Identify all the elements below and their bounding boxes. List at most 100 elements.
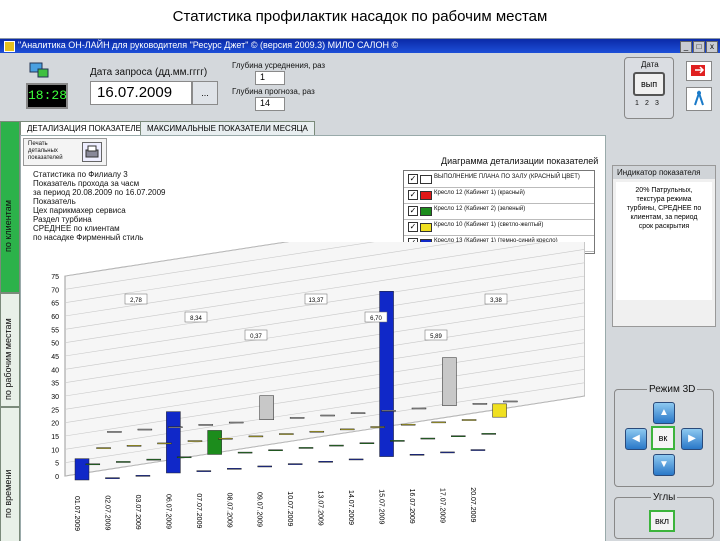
y-tick-label: 20 bbox=[51, 421, 59, 428]
x-tick-label: 14.07.2009 bbox=[347, 490, 354, 525]
chart-bar bbox=[279, 433, 294, 435]
chart-bar bbox=[318, 461, 333, 463]
legend-swatch bbox=[420, 191, 432, 200]
y-tick-label: 75 bbox=[51, 274, 59, 281]
y-tick-label: 5 bbox=[55, 461, 59, 468]
chart-bar bbox=[400, 423, 416, 426]
arrow-left-button[interactable]: ◀ bbox=[625, 428, 647, 450]
date-control-panel: Дата вып 1 2 3 bbox=[624, 57, 674, 119]
y-tick-label: 30 bbox=[51, 394, 59, 401]
forecast-input[interactable]: 14 bbox=[255, 97, 285, 111]
y-tick-label: 65 bbox=[51, 301, 59, 308]
chart-bar bbox=[126, 445, 142, 447]
exit-icon[interactable] bbox=[686, 61, 712, 81]
chart-bar bbox=[196, 470, 212, 472]
arrow-right-button[interactable]: ▶ bbox=[681, 428, 703, 450]
chart-bar bbox=[168, 426, 183, 428]
chart-bar bbox=[340, 428, 355, 431]
date-control-small-a[interactable]: 1 bbox=[635, 100, 639, 107]
depth-label: Глубина усреднения, раз bbox=[232, 61, 326, 70]
tab-monthly-max[interactable]: МАКСИМАЛЬНЫЕ ПОКАЗАТЕЛИ МЕСЯЦА bbox=[140, 121, 315, 136]
chart-bar bbox=[420, 437, 436, 440]
chart-bar bbox=[74, 458, 90, 481]
date-control-small-b[interactable]: 2 bbox=[645, 100, 649, 107]
data-label: 6,70 bbox=[370, 316, 382, 322]
network-icon bbox=[28, 61, 50, 79]
clock-display: 18:28 bbox=[26, 83, 68, 109]
mode-panel: Режим 3D ▲ ◀ вк ▶ ▼ bbox=[614, 384, 714, 487]
chart-bar bbox=[409, 454, 425, 456]
minimize-button[interactable]: _ bbox=[680, 41, 692, 53]
bar-chart-3d: 0 5 10 15 20 25 30 35 40 45 50 55 60 65 70 75 01.07.200… bbox=[51, 242, 585, 531]
legend-checkbox[interactable]: ✓ bbox=[408, 174, 418, 184]
legend-checkbox[interactable]: ✓ bbox=[408, 190, 418, 200]
y-tick-label: 45 bbox=[51, 354, 59, 361]
close-button[interactable]: x bbox=[706, 41, 718, 53]
y-tick-label: 10 bbox=[51, 447, 59, 454]
legend-checkbox[interactable]: ✓ bbox=[408, 206, 418, 216]
info-line: СРЕДНЕЕ по клиентам bbox=[33, 224, 120, 233]
chart-bar bbox=[96, 447, 111, 449]
views-label: Углы bbox=[651, 492, 678, 503]
arrow-down-button[interactable]: ▼ bbox=[653, 454, 675, 476]
tab-details[interactable]: ДЕТАЛИЗАЦИЯ ПОКАЗАТЕЛЕЙ bbox=[20, 121, 154, 136]
y-tick-label: 35 bbox=[51, 381, 59, 388]
legend-swatch bbox=[420, 207, 432, 216]
chart-bar bbox=[320, 414, 335, 417]
print-button[interactable] bbox=[82, 142, 102, 162]
chart-bar bbox=[381, 410, 396, 412]
sidetab-workplaces[interactable]: по рабочим местам bbox=[0, 293, 20, 407]
chart-bar bbox=[298, 447, 314, 449]
info-line: Показатель bbox=[33, 197, 76, 206]
sidetab-time[interactable]: по времени bbox=[0, 407, 20, 541]
title-bar: "Аналитика ОН-ЛАЙН для руководителя "Рес… bbox=[0, 39, 720, 53]
sidetab-clients[interactable]: по клиентам bbox=[0, 121, 20, 293]
legend-swatch bbox=[420, 223, 432, 232]
x-tick-label: 06.07.2009 bbox=[164, 494, 171, 529]
date-input[interactable]: 16.07.2009 bbox=[90, 81, 192, 105]
legend-checkbox[interactable]: ✓ bbox=[408, 222, 418, 232]
date-picker-button[interactable]: ... bbox=[192, 81, 218, 105]
data-label: 5,89 bbox=[430, 334, 442, 340]
y-tick-label: 70 bbox=[51, 287, 59, 294]
date-control-small-c[interactable]: 3 bbox=[655, 100, 659, 107]
app-icon bbox=[4, 41, 15, 52]
views-button[interactable]: вкл bbox=[649, 510, 675, 532]
chart-bar bbox=[503, 400, 518, 403]
chart-bar bbox=[451, 435, 466, 437]
legend-label: ВЫПОЛНЕНИЕ ПЛАНА ПО ЗАЛУ (КРАСНЫЙ ЦВЕТ) bbox=[434, 174, 580, 180]
chart-bar bbox=[137, 428, 153, 431]
legend-row[interactable]: ✓ Кресло 12 (Кабинет 1) (красный) bbox=[404, 187, 594, 204]
chart-bar bbox=[268, 449, 283, 452]
y-axis: 0 5 10 15 20 25 30 35 40 45 50 55 60 65 70 75 bbox=[51, 274, 59, 481]
sidetab-clients-label: по клиентам bbox=[3, 200, 13, 252]
chart-bar bbox=[309, 430, 325, 433]
legend-row[interactable]: ✓ ВЫПОЛНЕНИЕ ПЛАНА ПО ЗАЛУ (КРАСНЫЙ ЦВЕТ… bbox=[404, 171, 594, 188]
x-tick-label: 09.07.2009 bbox=[256, 492, 263, 527]
data-label: 0,37 bbox=[250, 334, 262, 340]
data-label: 13,37 bbox=[308, 298, 324, 304]
legend-row[interactable]: ✓ Кресло 10 (Кабинет 1) (светло-желтый) bbox=[404, 219, 594, 236]
date-control-button[interactable]: вып bbox=[633, 72, 665, 96]
indicator-text: 20% Патрульных, текстура режима турбины,… bbox=[616, 182, 712, 300]
x-tick-label: 17.07.2009 bbox=[438, 488, 445, 523]
chart-bar bbox=[85, 463, 101, 466]
chart-bar bbox=[146, 458, 161, 461]
app-window: "Аналитика ОН-ЛАЙН для руководителя "Рес… bbox=[0, 38, 720, 541]
chart-bar bbox=[248, 435, 264, 438]
legend-row[interactable]: ✓ Кресло 12 (Кабинет 2) (зеленый) bbox=[404, 203, 594, 220]
maximize-button[interactable]: □ bbox=[693, 41, 705, 53]
chart-bar bbox=[198, 424, 214, 426]
mode-center-button[interactable]: вк bbox=[651, 426, 675, 450]
depth-input[interactable]: 1 bbox=[255, 71, 285, 85]
data-label: 8,34 bbox=[190, 316, 202, 322]
date-control-label: Дата bbox=[641, 60, 659, 69]
chart-bar bbox=[259, 395, 274, 420]
chart-bar bbox=[492, 403, 507, 418]
x-tick-label: 03.07.2009 bbox=[134, 495, 141, 530]
arrow-up-button[interactable]: ▲ bbox=[653, 402, 675, 424]
info-line: по насадке Фирменный стиль bbox=[33, 233, 144, 242]
help-icon[interactable] bbox=[686, 87, 712, 111]
info-line: Раздел турбина bbox=[33, 215, 92, 224]
tab-bar: ДЕТАЛИЗАЦИЯ ПОКАЗАТЕЛЕЙ МАКСИМАЛЬНЫЕ ПОК… bbox=[20, 121, 720, 136]
